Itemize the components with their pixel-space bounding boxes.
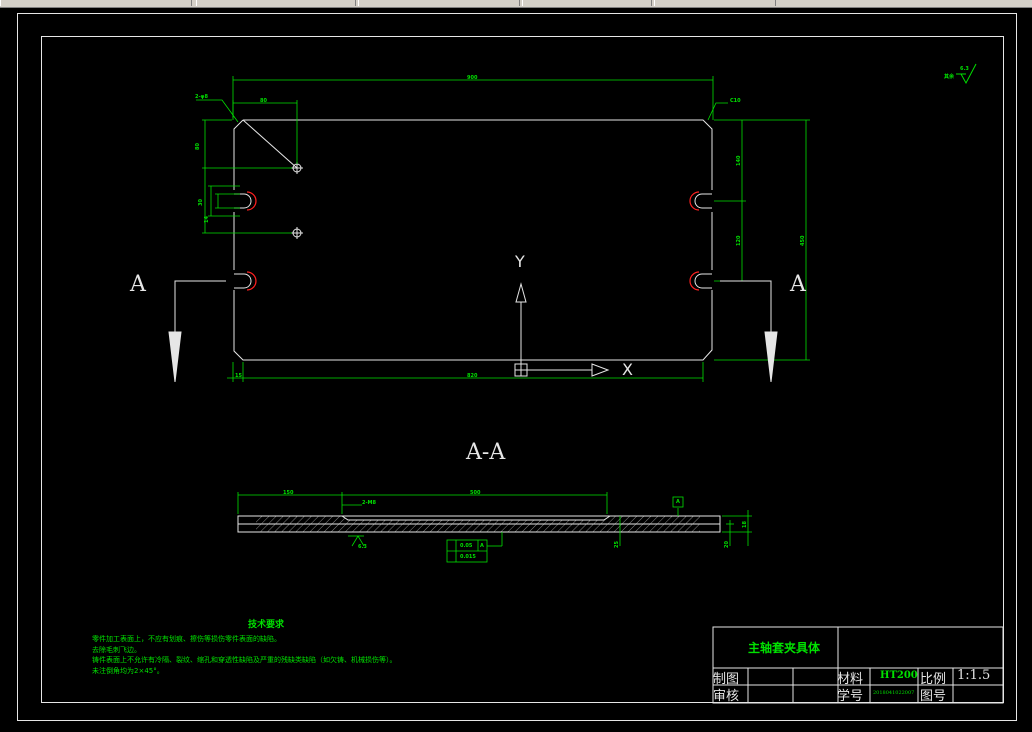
material-value: HT200 [880, 670, 918, 681]
dim-sec-h3: 25 [614, 541, 620, 548]
drawing-no-label: 图号 [920, 689, 947, 704]
coordinate-axes [514, 282, 610, 377]
datum-label: A [676, 499, 680, 505]
tolerance-row1: 0.05 [460, 543, 473, 549]
dim-sec-left: 150 [283, 490, 294, 496]
slot-arcs [246, 191, 700, 291]
tolerance-row1-ref: A [480, 543, 484, 549]
student-label: 学号 [837, 689, 864, 704]
title-block: 主轴套夹具体 制图 审核 材料 HT200 比例 1:1.5 学号 201804… [713, 627, 1003, 704]
dim-offset-x: 80 [260, 98, 267, 104]
dim-sec-mid: 500 [470, 490, 481, 496]
tech-line: 未注倒角均为2×45°。 [92, 666, 164, 675]
dim-left-v2: 30 [198, 199, 204, 206]
dim-right-v1: 140 [736, 155, 742, 166]
roughness-rest-label: 其余 [944, 74, 955, 80]
dim-chamfer-tr: C10 [730, 98, 741, 104]
section-title: A-A [466, 440, 506, 465]
roughness-rest-value: 6.3 [960, 66, 969, 72]
dim-bottom-width: 820 [467, 373, 478, 379]
tech-line: 去除毛刺飞边。 [92, 645, 141, 654]
scale-value: 1:1.5 [957, 668, 991, 683]
roughness-surface-value: 6.3 [358, 544, 367, 550]
dim-bottom-left: 15 [235, 373, 242, 379]
dim-sec-hole: 2-M8 [362, 500, 377, 506]
plate-outline [233, 119, 713, 361]
tech-title: 技术要求 [248, 620, 285, 630]
dim-right-total: 450 [800, 235, 806, 246]
dim-right-v2: 120 [736, 235, 742, 246]
axis-y-label: Y [515, 252, 525, 271]
tech-line: 铸件表面上不允许有冷隔、裂纹、缩孔和穿透性缺陷及严重的残缺类缺陷（如欠铸、机械损… [92, 656, 397, 664]
axis-x-label: X [622, 360, 633, 379]
part-name: 主轴套夹具体 [748, 641, 821, 655]
section-hatch [256, 516, 700, 532]
dim-left-v1: 80 [195, 143, 201, 150]
dim-chamfer-tl: 2-φ8 [195, 94, 208, 100]
tech-line: 零件加工表面上，不应有划痕、擦伤等损伤零件表面的缺陷。 [92, 635, 281, 643]
section-label-left: A [130, 272, 146, 297]
section-cut [168, 280, 778, 383]
dim-left-v3: 14 [204, 216, 210, 223]
tolerance-row2: 0.015 [460, 554, 476, 560]
section-label-right: A [790, 272, 806, 297]
dim-sec-h1: 18 [742, 521, 748, 528]
dim-sec-h2: 20 [724, 541, 730, 548]
technical-requirements: 技术要求 零件加工表面上，不应有划痕、擦伤等损伤零件表面的缺陷。 去除毛刺飞边。… [92, 620, 397, 676]
student-no: 2018041022007 [873, 690, 915, 696]
holes [291, 162, 303, 239]
slots [234, 193, 712, 289]
dimension-lines [196, 76, 810, 382]
dim-top-width: 900 [467, 75, 478, 81]
checked-label: 审核 [713, 689, 740, 704]
